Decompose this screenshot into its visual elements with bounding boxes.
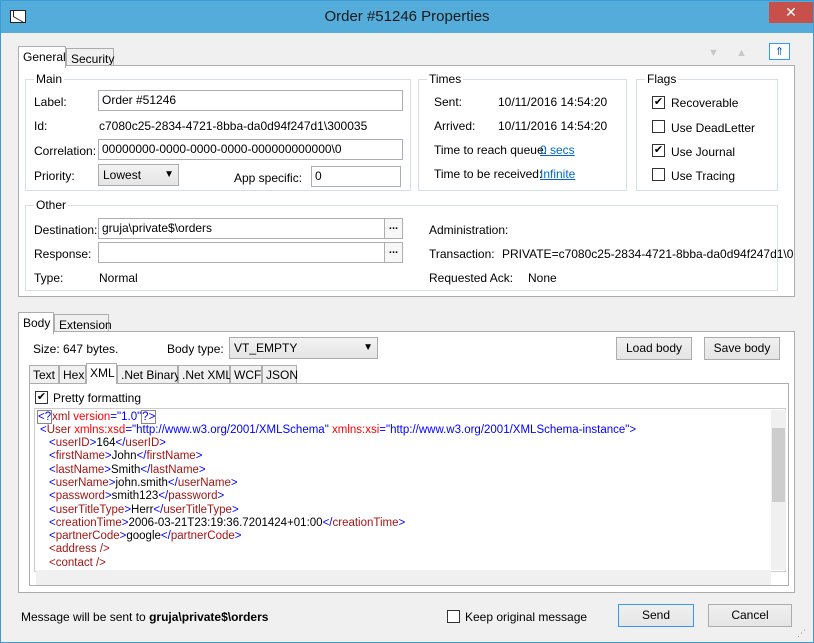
window-title: Order #51246 Properties xyxy=(324,8,490,25)
main-group-title: Main xyxy=(34,72,65,86)
destination-field[interactable]: gruja\private$\orders ... xyxy=(98,218,403,239)
xml-empty-element: <contact /> xyxy=(49,556,106,569)
arrived-label: Arrived: xyxy=(434,119,476,133)
xml-declaration: <?xml version="1.0"?> xyxy=(37,410,157,424)
body-type-label: Body type: xyxy=(167,342,224,356)
correlation-field[interactable]: 00000000-0000-0000-0000-000000000000\0 xyxy=(98,139,403,160)
other-group-title: Other xyxy=(34,198,69,212)
use-deadletter-label: Use DeadLetter xyxy=(671,121,756,135)
type-value: Normal xyxy=(99,271,138,285)
correlation-label: Correlation: xyxy=(34,144,97,158)
resize-grip-icon[interactable]: ⋰ xyxy=(797,628,806,639)
use-tracing-label: Use Tracing xyxy=(671,169,736,183)
xml-element-line: <userName>john.smith</userName> xyxy=(49,476,238,489)
xml-horizontal-scrollbar[interactable] xyxy=(36,570,771,585)
chevron-down-icon: ▼ xyxy=(363,342,373,353)
collapse-icon[interactable]: ⇑ xyxy=(769,43,790,60)
transaction-value: PRIVATE=c7080c25-2834-4721-8bba-da0d94f2… xyxy=(502,247,794,261)
xml-empty-element: <address /> xyxy=(49,543,110,556)
pretty-formatting-checkbox[interactable]: ✔ xyxy=(35,391,48,404)
xml-element-line: <userID>164</userID> xyxy=(49,437,167,449)
move-up-icon[interactable]: ▲ xyxy=(731,45,752,62)
chevron-down-icon: ▼ xyxy=(164,169,174,180)
flags-group-title: Flags xyxy=(645,72,679,86)
keep-original-checkbox[interactable] xyxy=(447,610,460,623)
label-field[interactable]: Order #51246 xyxy=(98,90,403,111)
requested-ack-label: Requested Ack: xyxy=(429,271,514,285)
browse-response-button[interactable]: ... xyxy=(384,243,402,262)
time-to-reach-queue-label: Time to reach queue: xyxy=(434,143,547,157)
times-group-title: Times xyxy=(427,72,464,86)
tab-xml[interactable]: XML xyxy=(86,363,117,384)
use-tracing-checkbox[interactable] xyxy=(652,168,665,181)
xml-vertical-scrollbar[interactable] xyxy=(771,410,786,570)
load-body-button[interactable]: Load body xyxy=(616,337,692,360)
xml-editor[interactable]: <?xml version="1.0"?> <User xmlns:xsd="h… xyxy=(34,408,786,572)
keep-original-label: Keep original message xyxy=(465,610,588,624)
label-label: Label: xyxy=(34,95,67,109)
response-label: Response: xyxy=(34,247,92,261)
response-field[interactable]: ... xyxy=(98,242,403,263)
arrived-value: 10/11/2016 14:54:20 xyxy=(498,119,608,133)
footer-message: Message will be sent to gruja\private$\o… xyxy=(21,610,269,624)
id-value: c7080c25-2834-4721-8bba-da0d94f247d1\300… xyxy=(99,119,368,133)
transaction-label: Transaction: xyxy=(429,247,495,261)
xml-element-line: <creationTime>2006-03-21T23:19:36.720142… xyxy=(49,516,406,529)
title-bar[interactable]: Order #51246 Properties ✕ xyxy=(1,1,813,33)
pretty-formatting-label: Pretty formatting xyxy=(53,391,142,405)
tab-net-xml[interactable]: .Net XML xyxy=(178,365,232,384)
destination-label: Destination: xyxy=(34,223,98,237)
tab-wcf[interactable]: WCF xyxy=(230,365,262,384)
time-to-be-received-link[interactable]: Infinite xyxy=(540,167,575,181)
priority-select[interactable]: Lowest ▼ xyxy=(98,164,179,186)
xml-user-open: <User xmlns:xsd="http://www.w3.org/2001/… xyxy=(40,424,637,436)
use-journal-label: Use Journal xyxy=(671,145,736,159)
app-specific-label: App specific: xyxy=(234,171,303,185)
xml-element-line: <userTitleType>Herr</userTitleType> xyxy=(49,503,239,516)
scroll-thumb[interactable] xyxy=(772,428,785,502)
xml-element-line: <firstName>John</firstName> xyxy=(49,450,203,463)
cancel-button[interactable]: Cancel xyxy=(708,604,792,627)
sent-label: Sent: xyxy=(434,95,463,109)
recoverable-checkbox[interactable]: ✔ xyxy=(652,96,665,109)
tab-general[interactable]: General xyxy=(18,46,66,68)
id-label: Id: xyxy=(34,119,48,133)
priority-label: Priority: xyxy=(34,169,75,183)
tab-hex[interactable]: Hex xyxy=(59,365,86,384)
time-to-be-received-label: Time to be received: xyxy=(434,167,543,181)
body-type-select[interactable]: VT_EMPTY ▼ xyxy=(229,337,378,359)
xml-element-line: <password>smith123</password> xyxy=(49,490,225,503)
destination-value: gruja\private$\orders xyxy=(102,221,213,235)
app-specific-field[interactable]: 0 xyxy=(311,166,401,187)
body-type-value: VT_EMPTY xyxy=(234,341,298,355)
use-deadletter-checkbox[interactable] xyxy=(652,120,665,133)
properties-window: Order #51246 Properties ✕ General Securi… xyxy=(0,0,814,643)
tab-net-binary[interactable]: .Net Binary xyxy=(117,365,180,384)
move-down-icon[interactable]: ▼ xyxy=(703,45,724,62)
recoverable-label: Recoverable xyxy=(671,96,739,110)
send-button[interactable]: Send xyxy=(618,604,694,627)
tab-body[interactable]: Body xyxy=(18,312,54,334)
tab-json[interactable]: JSON xyxy=(262,365,298,384)
xml-element-line: <partnerCode>google</partnerCode> xyxy=(49,530,242,543)
administration-label: Administration: xyxy=(429,223,509,237)
priority-value: Lowest xyxy=(103,168,142,182)
requested-ack-value: None xyxy=(528,271,557,285)
footer-destination: gruja\private$\orders xyxy=(149,610,269,624)
xml-element-line: <lastName>Smith</lastName> xyxy=(49,463,206,476)
use-journal-checkbox[interactable]: ✔ xyxy=(652,144,665,157)
size-label: Size: 647 bytes. xyxy=(33,342,119,356)
browse-destination-button[interactable]: ... xyxy=(384,219,402,238)
close-button[interactable]: ✕ xyxy=(769,2,813,23)
time-to-reach-queue-link[interactable]: 0 secs xyxy=(540,143,575,157)
tab-text[interactable]: Text xyxy=(29,365,59,384)
save-body-button[interactable]: Save body xyxy=(704,337,780,360)
type-label: Type: xyxy=(34,271,64,285)
sent-value: 10/11/2016 14:54:20 xyxy=(498,95,608,109)
